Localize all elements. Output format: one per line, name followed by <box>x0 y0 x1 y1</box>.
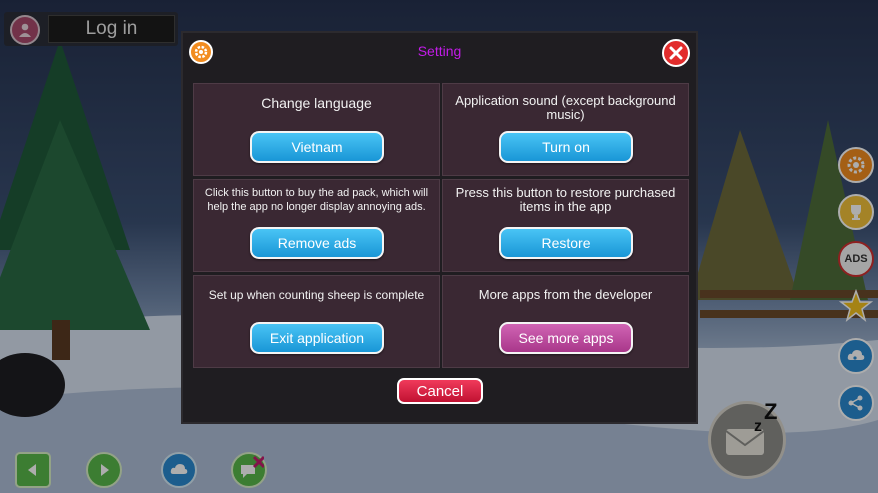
remove-ads-description: Click this button to buy the ad pack, wh… <box>204 187 429 213</box>
dialog-title: Setting <box>417 43 462 59</box>
see-more-apps-button[interactable]: See more apps <box>499 322 633 354</box>
exit-cell: Set up when counting sheep is complete E… <box>193 275 440 368</box>
exit-application-button[interactable]: Exit application <box>250 322 384 354</box>
restore-cell: Press this button to restore purchased i… <box>442 179 689 272</box>
language-description: Change language <box>261 95 372 111</box>
sound-toggle-button[interactable]: Turn on <box>499 131 633 163</box>
more-apps-cell: More apps from the developer See more ap… <box>442 275 689 368</box>
exit-description: Set up when counting sheep is complete <box>208 288 425 302</box>
close-icon <box>669 46 683 60</box>
close-button[interactable] <box>662 39 690 67</box>
sound-description: Application sound (except background mus… <box>455 93 676 122</box>
remove-ads-button[interactable]: Remove ads <box>250 227 384 259</box>
restore-button[interactable]: Restore <box>499 227 633 259</box>
settings-dialog: Setting Change language Vietnam Applicat… <box>181 31 698 424</box>
language-button[interactable]: Vietnam <box>250 131 384 163</box>
restore-description: Press this button to restore purchased i… <box>455 185 676 214</box>
language-cell: Change language Vietnam <box>193 83 440 176</box>
more-apps-description: More apps from the developer <box>478 287 653 302</box>
remove-ads-cell: Click this button to buy the ad pack, wh… <box>193 179 440 272</box>
sound-cell: Application sound (except background mus… <box>442 83 689 176</box>
cancel-button[interactable]: Cancel <box>397 378 483 404</box>
